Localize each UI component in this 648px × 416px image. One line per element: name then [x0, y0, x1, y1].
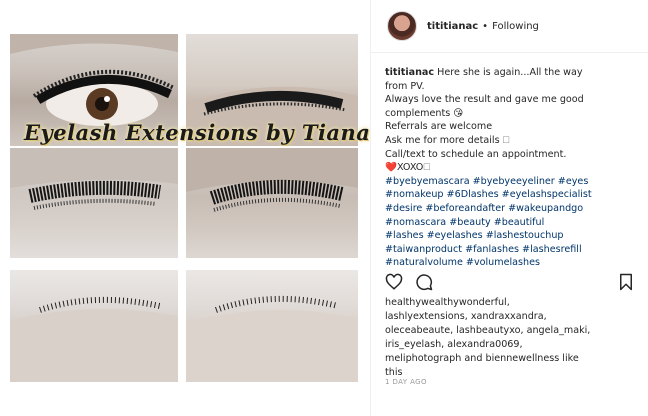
hashtag-line[interactable]: #byebyemascara #byebyeeyeliner #eyes	[385, 175, 641, 189]
avatar[interactable]	[387, 11, 417, 41]
photo-watermark: Eyelash Extensions by Tiana	[24, 120, 371, 145]
post-actions	[385, 272, 635, 292]
bookmark-icon[interactable]	[617, 273, 635, 291]
liked-by-line[interactable]: healthywealthywonderful,	[385, 296, 641, 310]
liked-by-line[interactable]: iris_eyelash, alexandra0069,	[385, 338, 641, 352]
caption-line: complements 😘	[385, 107, 464, 119]
caption-text: Here she is again...All the way	[437, 67, 583, 78]
liked-by-line[interactable]: oleceabeaute, lashbeautyxo, angela_maki,	[385, 324, 641, 338]
hashtag-line[interactable]: #lashes #eyelashes #lashestouchup	[385, 229, 641, 243]
hashtag-line[interactable]: #nomascara #beauty #beautiful	[385, 216, 641, 230]
hashtag-line[interactable]: #desire #beforeandafter #wakeupandgo	[385, 202, 641, 216]
caption-line: tititianac Here she is again...All the w…	[385, 66, 641, 80]
post-photo-collage[interactable]: Eyelash Extensions by Tiana	[0, 0, 370, 416]
photo-natural-lashes-left	[10, 270, 178, 382]
caption-username[interactable]: tititianac	[385, 67, 434, 78]
hashtag-line[interactable]: #naturalvolume #volumelashes	[385, 256, 641, 266]
caption-line: Always love the result and gave me good	[385, 94, 584, 106]
photo-lashes-closeup-left	[10, 148, 178, 258]
liked-by-line[interactable]: meliphotograph and biennewellness like	[385, 352, 641, 366]
post-side-panel: tititianac • Following tititianac Here s…	[370, 0, 648, 416]
caption-line: ❤️XOXO🗆	[385, 162, 431, 174]
liked-by: healthywealthywonderful, lashlyextension…	[385, 296, 641, 380]
post-timestamp[interactable]: 1 DAY AGO	[385, 378, 427, 386]
header-separator: •	[482, 20, 489, 32]
photo-lashes-closeup-right	[186, 148, 358, 258]
comment-icon[interactable]	[415, 273, 433, 291]
header-username[interactable]: tititianac	[427, 21, 478, 32]
caption-line: Call/text to schedule an appointment.	[385, 148, 567, 160]
post-caption: tititianac Here she is again...All the w…	[385, 66, 641, 266]
hashtag-line[interactable]: #nomakeup #6Dlashes #eyelashspecialist	[385, 188, 641, 202]
caption-line: from PV.	[385, 80, 425, 92]
photo-natural-lashes-right	[186, 270, 358, 382]
heart-icon[interactable]	[385, 273, 403, 291]
liked-by-line[interactable]: lashlyextensions, xandraxxandra,	[385, 310, 641, 324]
caption-line: Referrals are welcome	[385, 121, 493, 133]
following-button[interactable]: Following	[492, 21, 539, 32]
hashtag-line[interactable]: #taiwanproduct #fanlashes #lashesrefill	[385, 243, 641, 257]
caption-line: Ask me for more details 🗆	[385, 134, 510, 146]
post-header: tititianac • Following	[371, 0, 648, 53]
